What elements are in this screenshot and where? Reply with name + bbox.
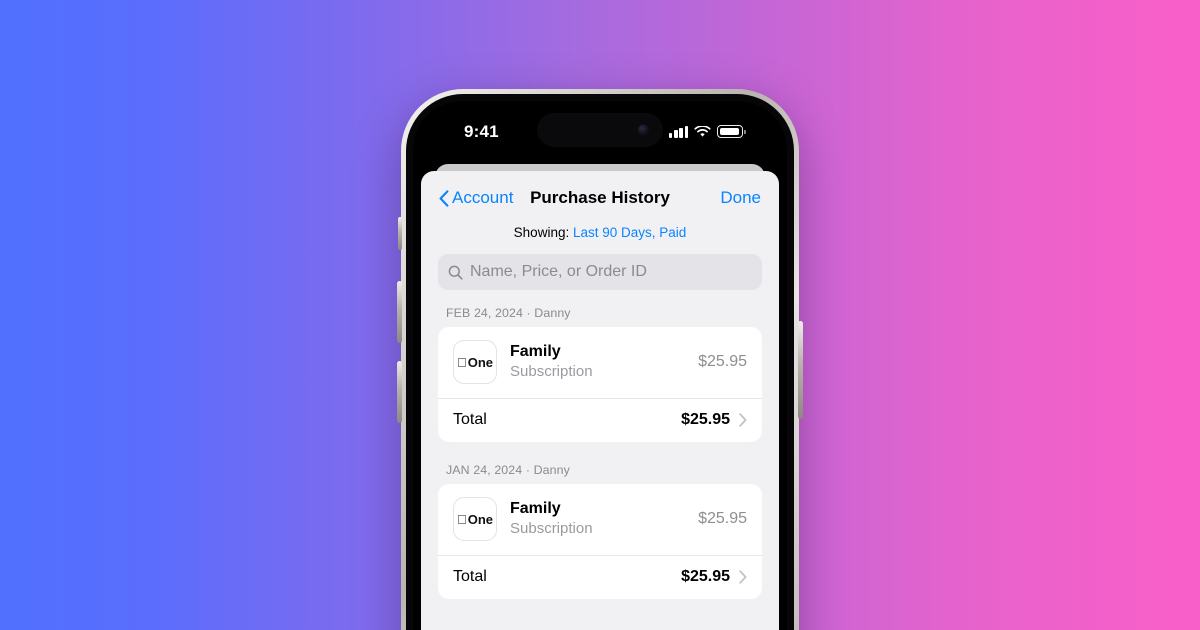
chevron-right-icon: [739, 570, 747, 584]
apple-one-icon-label: One: [462, 354, 493, 370]
purchase-list[interactable]: FEB 24, 2024 · Danny  One Family Subscr…: [421, 306, 779, 599]
chevron-left-icon: [439, 189, 449, 207]
search-input[interactable]: Name, Price, or Order ID: [438, 254, 762, 290]
search-placeholder: Name, Price, or Order ID: [470, 263, 647, 280]
apple-logo-icon: : [457, 356, 467, 369]
search-bar-container: Name, Price, or Order ID: [421, 254, 779, 306]
front-camera-icon: [638, 124, 649, 136]
apple-one-icon-label: One: [462, 511, 493, 527]
apple-one-icon:  One: [453, 497, 497, 541]
status-bar-time: 9:41: [464, 122, 499, 141]
total-value: $25.95: [681, 568, 730, 585]
total-label: Total: [453, 411, 487, 428]
list-item-subtitle: Subscription: [510, 363, 593, 381]
volume-down-button[interactable]: [397, 361, 402, 423]
group-header: JAN 24, 2024 · Danny: [446, 463, 570, 477]
wifi-icon: [694, 125, 711, 137]
list-item[interactable]:  One Family Subscription $25.95: [438, 327, 762, 398]
battery-icon: [717, 125, 746, 138]
status-bar-indicators: [669, 125, 746, 138]
list-item-text: Family Subscription: [510, 499, 685, 539]
list-item-subtitle: Subscription: [510, 520, 593, 538]
total-value: $25.95: [681, 411, 730, 428]
apple-one-icon:  One: [453, 340, 497, 384]
volume-up-button[interactable]: [397, 281, 402, 343]
navigation-bar: Account Purchase History Done: [421, 171, 779, 225]
list-item-title: Family: [510, 500, 561, 518]
list-item-price: $25.95: [698, 353, 747, 370]
group-header: FEB 24, 2024 · Danny: [446, 306, 571, 320]
filter-value-link[interactable]: Last 90 Days, Paid: [573, 225, 686, 240]
dynamic-island: [537, 113, 663, 147]
list-item-title: Family: [510, 343, 561, 361]
purchase-card:  One Family Subscription $25.95: [438, 484, 762, 599]
list-item[interactable]:  One Family Subscription $25.95: [438, 484, 762, 555]
total-row[interactable]: Total $25.95: [438, 398, 762, 442]
chevron-right-icon: [739, 413, 747, 427]
search-icon: [448, 265, 463, 280]
list-item-text: Family Subscription: [510, 342, 685, 382]
back-button-label: Account: [452, 188, 514, 207]
power-button[interactable]: [798, 321, 803, 419]
total-right: $25.95: [681, 568, 747, 586]
list-item-price: $25.95: [698, 510, 747, 527]
purchase-group: FEB 24, 2024 · Danny  One Family Subscr…: [438, 306, 762, 442]
apple-logo-icon: : [457, 513, 467, 526]
back-button-account[interactable]: Account: [439, 188, 513, 208]
total-label: Total: [453, 568, 487, 585]
filter-status: Showing: Last 90 Days, Paid: [421, 225, 779, 254]
cellular-bars-icon: [669, 125, 688, 138]
purchase-card:  One Family Subscription $25.95: [438, 327, 762, 442]
purchase-history-sheet: Account Purchase History Done Showing: L…: [421, 171, 779, 630]
total-right: $25.95: [681, 411, 747, 429]
done-button[interactable]: Done: [720, 188, 761, 208]
filter-prefix-label: Showing:: [513, 225, 570, 240]
purchase-group: JAN 24, 2024 · Danny  One Family Subscr…: [438, 463, 762, 599]
gradient-backdrop: 9:41 Account Purchase History Done Showi…: [0, 0, 1200, 630]
action-button[interactable]: [398, 217, 402, 250]
iphone-device: 9:41 Account Purchase History Done Showi…: [397, 89, 803, 630]
total-row[interactable]: Total $25.95: [438, 555, 762, 599]
device-screen: 9:41 Account Purchase History Done Showi…: [413, 101, 787, 630]
